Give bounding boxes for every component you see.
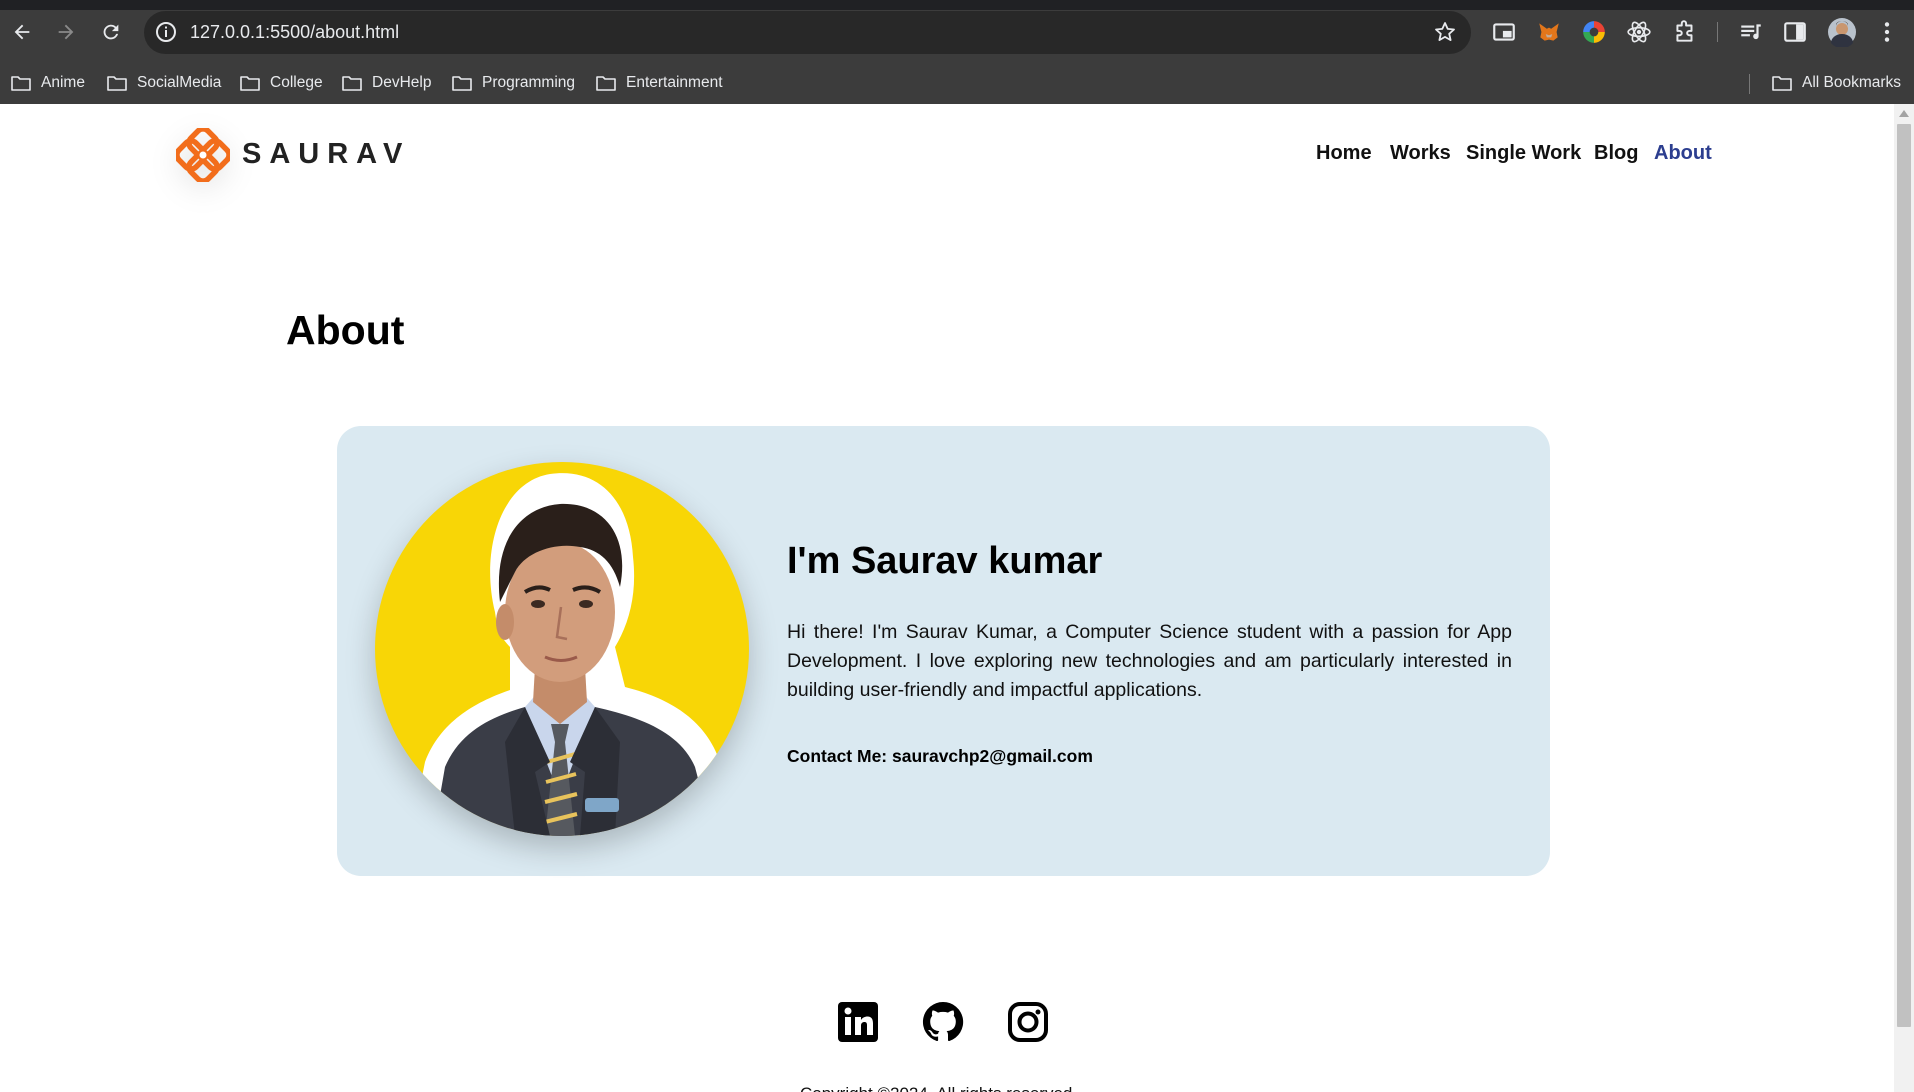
folder-icon bbox=[596, 76, 616, 91]
profile-photo bbox=[375, 462, 749, 836]
react-devtools-icon[interactable] bbox=[1626, 19, 1652, 45]
bookmark-label: College bbox=[270, 74, 323, 91]
scroll-up-arrow-icon[interactable] bbox=[1899, 110, 1909, 117]
page-scrollbar[interactable] bbox=[1894, 104, 1914, 1092]
folder-icon bbox=[1772, 76, 1792, 91]
profile-portrait-image bbox=[410, 473, 749, 836]
browser-toolbar: 127.0.0.1:5500/about.html bbox=[0, 0, 1914, 63]
github-icon[interactable] bbox=[921, 1000, 965, 1044]
bookmark-label: SocialMedia bbox=[137, 74, 222, 91]
bookmarks-bar: Anime SocialMedia College DevHelp Progra… bbox=[0, 63, 1914, 105]
bookmark-folder[interactable]: DevHelp bbox=[342, 72, 431, 94]
all-bookmarks-button[interactable]: All Bookmarks bbox=[1772, 72, 1901, 94]
back-arrow-icon bbox=[14, 24, 30, 40]
bookmark-star-icon[interactable] bbox=[1433, 20, 1457, 44]
bookmarks-divider bbox=[1749, 74, 1750, 94]
intro-title: I'm Saurav kumar bbox=[787, 540, 1103, 582]
back-button[interactable] bbox=[8, 18, 36, 46]
bookmark-folder[interactable]: SocialMedia bbox=[107, 72, 221, 94]
folder-icon bbox=[11, 76, 31, 91]
bookmark-folder[interactable]: Anime bbox=[11, 72, 85, 94]
toolbar-divider bbox=[1717, 22, 1718, 42]
browser-menu-icon[interactable] bbox=[1874, 19, 1900, 45]
bookmark-label: Programming bbox=[482, 74, 576, 91]
side-panel-icon[interactable] bbox=[1782, 19, 1808, 45]
logo-icon[interactable] bbox=[176, 128, 230, 182]
copyright-text: Copyright ©2024. All rights reserved. bbox=[800, 1084, 1077, 1092]
folder-icon bbox=[342, 76, 362, 91]
reload-button[interactable] bbox=[97, 18, 125, 46]
folder-icon bbox=[107, 76, 127, 91]
forward-button[interactable] bbox=[52, 18, 80, 46]
site-info-icon[interactable] bbox=[154, 20, 178, 44]
profile-avatar-icon[interactable] bbox=[1827, 17, 1857, 47]
intro-paragraph: Hi there! I'm Saurav Kumar, a Computer S… bbox=[787, 621, 1512, 701]
forward-arrow-icon bbox=[58, 24, 74, 40]
address-bar[interactable]: 127.0.0.1:5500/about.html bbox=[144, 11, 1471, 54]
bookmark-folder[interactable]: Entertainment bbox=[596, 72, 723, 94]
folder-icon bbox=[452, 76, 472, 91]
linkedin-icon[interactable] bbox=[836, 1000, 880, 1044]
colorful-extension-icon[interactable] bbox=[1581, 19, 1607, 45]
nav-single-work[interactable]: Single Work bbox=[1466, 142, 1581, 165]
logo-text[interactable]: SAURAV bbox=[242, 138, 410, 171]
nav-home[interactable]: Home bbox=[1316, 142, 1372, 165]
reload-icon bbox=[103, 24, 119, 40]
extensions-puzzle-icon[interactable] bbox=[1672, 19, 1698, 45]
bookmark-folder[interactable]: Programming bbox=[452, 72, 575, 94]
tab-strip bbox=[0, 0, 1914, 10]
metamask-extension-icon[interactable] bbox=[1536, 19, 1562, 45]
bookmark-folder[interactable]: College bbox=[240, 72, 323, 94]
nav-blog[interactable]: Blog bbox=[1594, 142, 1638, 165]
page-viewport: SAURAV Home Works Single Work Blog About… bbox=[0, 104, 1894, 1092]
picture-in-picture-icon[interactable] bbox=[1491, 19, 1517, 45]
instagram-icon[interactable] bbox=[1006, 1000, 1050, 1044]
url-text: 127.0.0.1:5500/about.html bbox=[190, 22, 400, 42]
media-controls-icon[interactable] bbox=[1738, 19, 1764, 45]
bookmark-label: Entertainment bbox=[626, 74, 723, 91]
all-bookmarks-label: All Bookmarks bbox=[1802, 74, 1902, 91]
folder-icon bbox=[240, 76, 260, 91]
about-card: I'm Saurav kumar Hi there! I'm Saurav Ku… bbox=[337, 426, 1550, 876]
bookmark-label: Anime bbox=[41, 74, 85, 91]
bookmark-label: DevHelp bbox=[372, 74, 432, 91]
scrollbar-thumb[interactable] bbox=[1897, 124, 1911, 1027]
contact-email[interactable]: Contact Me: sauravchp2@gmail.com bbox=[787, 746, 1093, 767]
page-title: About bbox=[286, 307, 405, 353]
nav-works[interactable]: Works bbox=[1390, 142, 1451, 165]
nav-about[interactable]: About bbox=[1654, 142, 1712, 165]
